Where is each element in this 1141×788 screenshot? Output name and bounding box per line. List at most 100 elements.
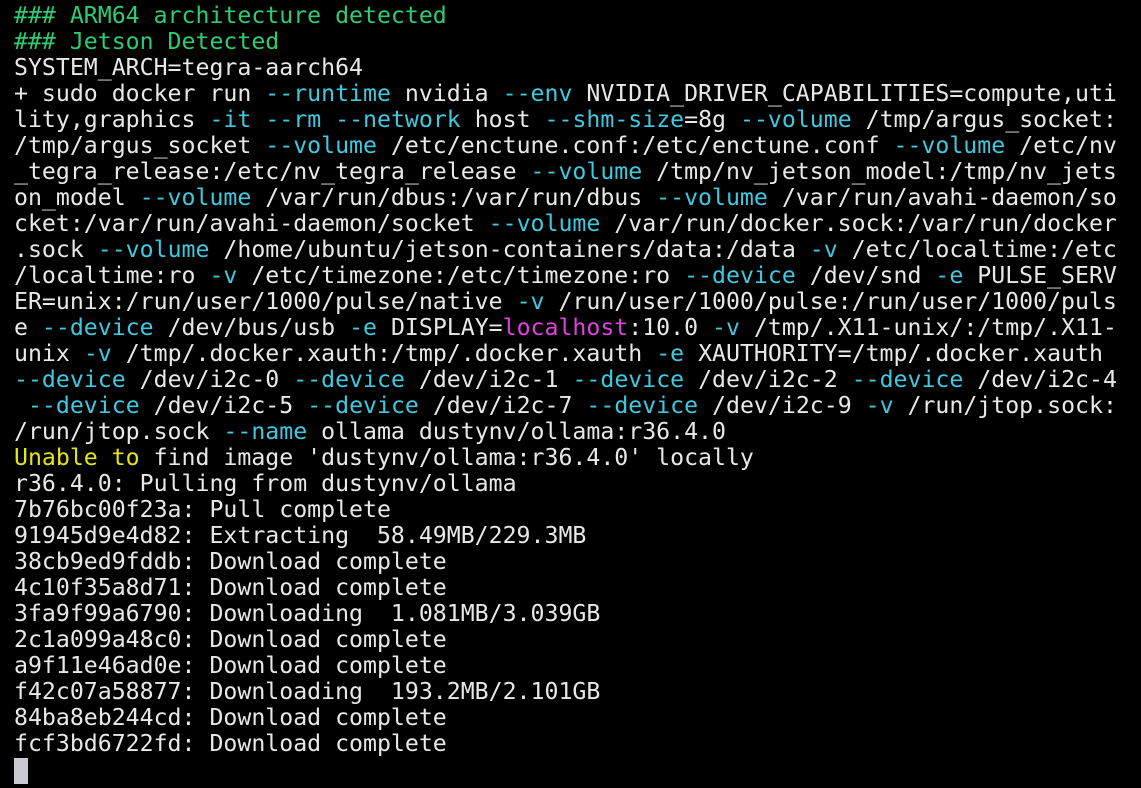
terminal-output: ### ARM64 architecture detected ### Jetso… (14, 0, 1117, 757)
terminal-text-segment: /tmp/nv_jetson_model:/tmp/nv_jets (642, 158, 1117, 185)
terminal-text-segment: =8g (684, 106, 740, 133)
terminal-text-segment: -e (935, 262, 964, 289)
terminal-text-segment: --device (684, 262, 796, 289)
terminal-text-segment: /var/run/docker.sock:/var/run/docker (600, 210, 1117, 237)
terminal-text-segment: /run/jtop.sock (14, 418, 224, 445)
terminal-line: 7b76bc00f23a: Pull complete (14, 497, 1117, 523)
terminal-text-segment: --volume (893, 132, 1006, 159)
terminal-line: 3fa9f99a6790: Downloading 1.081MB/3.039G… (14, 601, 1117, 627)
terminal-line: 84ba8eb244cd: Download complete (14, 705, 1117, 731)
terminal-line: ### ARM64 architecture detected (14, 3, 1117, 29)
terminal-cursor (14, 758, 28, 784)
terminal-text-segment: /dev/snd (795, 262, 936, 289)
terminal-text-segment: -e (656, 340, 685, 367)
terminal-line: 38cb9ed9fddb: Download complete (14, 549, 1117, 575)
terminal-text-segment: /var/run/dbus:/var/run/dbus (251, 184, 657, 211)
terminal-text-segment: --volume (530, 158, 643, 185)
terminal-text-segment: r36.4.0: Pulling from dustynv/ollama (14, 470, 517, 497)
terminal-line: SYSTEM_ARCH=tegra-aarch64 (14, 55, 1117, 81)
terminal-text-segment: --volume (139, 184, 252, 211)
terminal-text-segment: --device (572, 366, 685, 393)
terminal-text-segment: ### ARM64 architecture detected (14, 2, 447, 29)
terminal-text-segment: -v (209, 262, 238, 289)
terminal-text-segment: /dev/i2c-4 (963, 366, 1117, 393)
terminal-text-segment: + sudo docker run (14, 80, 266, 107)
terminal-text-segment: ollama dustynv/ollama:r36.4.0 (307, 418, 726, 445)
terminal-text-segment: find image 'dustynv/ollama:r36.4.0' loca… (139, 444, 754, 471)
terminal-text-segment: /var/run/avahi-daemon/so (767, 184, 1117, 211)
terminal-text-segment: /tmp/argus_socket (14, 132, 266, 159)
terminal-text-segment: --volume (265, 132, 377, 159)
terminal-line: lity,graphics -it --rm --network host --… (14, 107, 1117, 133)
terminal-text-segment: :10.0 (628, 314, 713, 341)
terminal-text-segment: host (460, 106, 545, 133)
terminal-line: ER=unix:/run/user/1000/pulse/native -v /… (14, 289, 1117, 315)
terminal-line: fcf3bd6722fd: Download complete (14, 731, 1117, 757)
terminal-text-segment: /home/ubuntu/jetson-containers/data:/dat… (209, 236, 810, 263)
terminal-line: + sudo docker run --runtime nvidia --env… (14, 81, 1117, 107)
terminal-line: r36.4.0: Pulling from dustynv/ollama (14, 471, 1117, 497)
terminal-text-segment: 2c1a099a48c0: Download complete (14, 626, 447, 653)
terminal-line: a9f11e46ad0e: Download complete (14, 653, 1117, 679)
terminal-line: Unable to find image 'dustynv/ollama:r36… (14, 445, 1117, 471)
terminal-line: --device /dev/i2c-0 --device /dev/i2c-1 … (14, 367, 1117, 393)
terminal-text-segment: --device (307, 392, 419, 419)
terminal-line: /localtime:ro -v /etc/timezone:/etc/time… (14, 263, 1117, 289)
terminal-text-segment: nvidia (390, 80, 503, 107)
terminal-text-segment: /dev/i2c-5 (139, 392, 308, 419)
terminal-line: /tmp/argus_socket --volume /etc/enctune.… (14, 133, 1117, 159)
terminal-line: 4c10f35a8d71: Download complete (14, 575, 1117, 601)
terminal-line: _tegra_release:/etc/nv_tegra_release --v… (14, 159, 1117, 185)
terminal-text-segment: /etc/enctune.conf:/etc/enctune.conf (376, 132, 894, 159)
terminal-text-segment: /tmp/.docker.xauth:/tmp/.docker.xauth (111, 340, 657, 367)
terminal-text-segment: --shm-size (544, 106, 685, 133)
terminal-text-segment: /dev/i2c-0 (125, 366, 294, 393)
terminal-line: .sock --volume /home/ubuntu/jetson-conta… (14, 237, 1117, 263)
terminal-text-segment: .sock (14, 236, 98, 263)
terminal-text-segment: --volume (488, 210, 601, 237)
terminal-line: ### Jetson Detected (14, 29, 1117, 55)
terminal-window[interactable]: ### ARM64 architecture detected ### Jetso… (0, 0, 1141, 788)
terminal-text-segment: /run/jtop.sock: (893, 392, 1117, 419)
terminal-text-segment: -v (83, 340, 112, 367)
terminal-text-segment: XAUTHORITY=/tmp/.docker.xauth (684, 340, 1103, 367)
terminal-text-segment: -e (349, 314, 377, 341)
terminal-text-segment: --rm (265, 106, 322, 133)
terminal-line: unix -v /tmp/.docker.xauth:/tmp/.docker.… (14, 341, 1117, 367)
terminal-text-segment: --device (14, 366, 126, 393)
terminal-text-segment: /dev/i2c-2 (684, 366, 852, 393)
terminal-text-segment: PULSE_SERV (963, 262, 1117, 289)
terminal-text-segment: --runtime (265, 80, 391, 107)
terminal-line: cket:/var/run/avahi-daemon/socket --volu… (14, 211, 1117, 237)
terminal-text-segment: --name (223, 418, 308, 445)
terminal-text-segment: -v (865, 392, 894, 419)
terminal-text-segment: -it (209, 106, 252, 133)
terminal-text-segment: NVIDIA_DRIVER_CAPABILITIES=compute,uti (572, 80, 1117, 107)
terminal-line: on_model --volume /var/run/dbus:/var/run… (14, 185, 1117, 211)
terminal-text-segment: 3fa9f99a6790: Downloading 1.081MB/3.039G… (14, 600, 601, 627)
terminal-text-segment: /etc/timezone:/etc/timezone:ro (237, 262, 685, 289)
terminal-line: --device /dev/i2c-5 --device /dev/i2c-7 … (14, 393, 1117, 419)
terminal-text-segment: cket:/var/run/avahi-daemon/socket (14, 210, 489, 237)
terminal-text-segment: /dev/i2c-9 (698, 392, 866, 419)
terminal-text-segment: /tmp/.X11-unix/:/tmp/.X11- (739, 314, 1117, 341)
terminal-line: /run/jtop.sock --name ollama dustynv/oll… (14, 419, 1117, 445)
terminal-text-segment: -v (516, 288, 545, 315)
terminal-text-segment: 4c10f35a8d71: Download complete (14, 574, 447, 601)
terminal-text-segment: ### Jetson Detected (14, 28, 280, 55)
terminal-text-segment: f42c07a58877: Downloading 193.2MB/2.101G… (14, 678, 601, 705)
terminal-text-segment: /tmp/argus_socket: (851, 106, 1117, 133)
terminal-text-segment: -v (809, 236, 838, 263)
terminal-text-segment: --volume (97, 236, 210, 263)
terminal-text-segment: --device (293, 366, 405, 393)
terminal-text-segment: _tegra_release:/etc/nv_tegra_release (14, 158, 531, 185)
terminal-line: e --device /dev/bus/usb -e DISPLAY=local… (14, 315, 1117, 341)
terminal-text-segment: e (14, 314, 42, 341)
terminal-text-segment: Unable to (14, 444, 140, 471)
terminal-line: f42c07a58877: Downloading 193.2MB/2.101G… (14, 679, 1117, 705)
terminal-text-segment: fcf3bd6722fd: Download complete (14, 730, 447, 757)
terminal-text-segment: --env (502, 80, 573, 107)
terminal-text-segment: localhost (502, 314, 629, 341)
terminal-text-segment: /etc/localtime:/etc (837, 236, 1117, 263)
